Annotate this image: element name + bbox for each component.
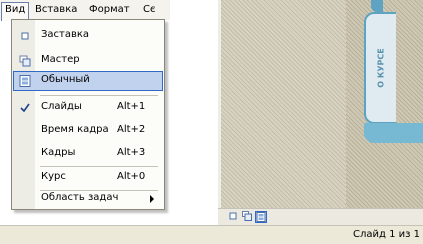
check-icon [20,103,30,113]
slide-blue-bar [364,123,423,143]
menu-item-label: Курс [41,171,66,182]
master-view-button[interactable] [242,211,252,221]
menu-item-frames[interactable]: Кадры Alt+3 [13,144,163,164]
menu-item-label: Обычный [41,74,90,85]
menu-insert[interactable]: Вставка [32,3,80,17]
menu-item-label: Кадры [41,147,76,158]
master-view-icon [19,55,31,67]
menu-bar: Вид Вставка Формат Сє [0,0,170,21]
menu-item-label: Слайды [41,101,82,112]
menu-truncated[interactable]: Сє [140,3,158,17]
menu-item-normal[interactable]: Обычный [13,71,163,91]
normal-view-icon [19,75,31,87]
view-menu-dropdown: Заставка Мастер Обычный Слайды Alt+1 Вре… [11,19,165,210]
slide-sorter-icon [21,32,29,40]
menu-item-label: Мастер [41,54,80,65]
menu-item-task-pane[interactable]: Область задач [13,189,163,209]
menu-item-frame-time[interactable]: Время кадра Alt+2 [13,121,163,141]
tab-decoration [371,0,383,12]
menu-item-label: Область задач [41,192,119,203]
menu-item-shortcut: Alt+0 [117,171,146,182]
menu-separator [40,95,158,96]
normal-view-button[interactable] [255,211,267,223]
slide-canvas[interactable] [218,0,349,208]
application-window: Вид Вставка Формат Сє Заставка Мастер Об… [0,0,423,244]
status-bar: Слайд 1 из 1 [0,225,423,244]
about-course-label: О КУРСЕ [376,48,386,88]
submenu-arrow-icon [150,195,154,203]
menu-item-course[interactable]: Курс Alt+0 [13,168,163,188]
menu-item-shortcut: Alt+2 [117,124,146,135]
slide-sorter-view-button[interactable] [228,211,238,221]
menu-item-label: Заставка [41,29,90,40]
slide-counter: Слайд 1 из 1 [353,229,420,240]
menu-separator [40,166,158,167]
view-buttons-bar [218,208,423,225]
menu-item-shortcut: Alt+1 [117,101,146,112]
menu-format[interactable]: Формат [86,3,133,17]
menu-item-splash[interactable]: Заставка [13,26,163,46]
menu-item-label: Время кадра [41,124,109,135]
menu-item-master[interactable]: Мастер [13,51,163,71]
menu-item-slides[interactable]: Слайды Alt+1 [13,98,163,118]
about-course-tab[interactable]: О КУРСЕ [364,12,396,124]
menu-item-shortcut: Alt+3 [117,147,146,158]
